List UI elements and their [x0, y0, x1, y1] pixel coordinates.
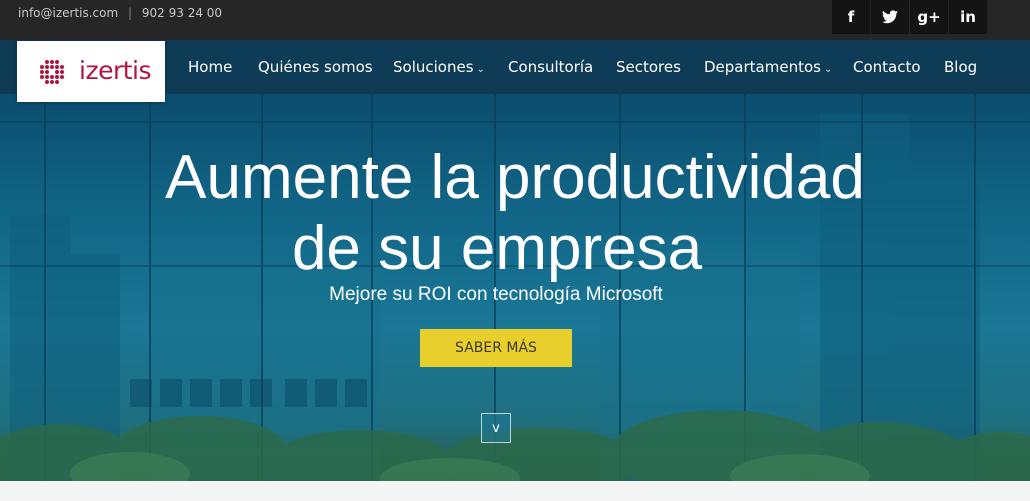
nav-label: Sectores: [616, 58, 681, 76]
nav-label: Departamentos: [704, 58, 821, 76]
hero-headline-line2: de su empresa: [291, 214, 703, 283]
contact-separator: |: [128, 6, 133, 20]
hero-subheadline: Mejore su ROI con tecnología Microsoft: [329, 284, 663, 305]
linkedin-icon[interactable]: in: [949, 0, 987, 34]
social-links: f g+ in: [832, 0, 988, 34]
nav-item-quienes-somos[interactable]: Quiénes somos: [258, 58, 373, 76]
chevron-down-icon: ⌄: [476, 64, 485, 75]
hero-headline-line1: Aumente la productividad: [165, 143, 865, 212]
contact-email[interactable]: info@izertis.com: [18, 6, 118, 20]
chevron-down-icon: ⌄: [823, 64, 833, 75]
scroll-down-button[interactable]: v: [481, 413, 511, 443]
contact-phone[interactable]: 902 93 24 00: [142, 6, 222, 20]
contact-info: info@izertis.com | 902 93 24 00: [18, 6, 222, 20]
nav-item-home[interactable]: Home: [188, 58, 232, 76]
nav-item-departamentos[interactable]: Departamentos ⌄: [704, 58, 832, 76]
nav-label: Home: [188, 58, 233, 76]
nav-item-soluciones[interactable]: Soluciones ⌄: [393, 58, 485, 76]
twitter-icon[interactable]: [871, 0, 909, 34]
nav-item-consultoria[interactable]: Consultoría: [508, 58, 593, 76]
nav-label: Soluciones: [393, 58, 474, 76]
izertis-logo[interactable]: izertis: [17, 41, 165, 102]
nav-item-sectores[interactable]: Sectores: [616, 58, 681, 76]
logo-wordmark: izertis: [79, 56, 152, 85]
nav-label: Contacto: [853, 58, 921, 76]
google-plus-icon[interactable]: g+: [910, 0, 948, 34]
logo-dots-icon: [40, 60, 64, 84]
nav-label: Consultoría: [508, 58, 594, 76]
nav-item-contacto[interactable]: Contacto: [853, 58, 921, 76]
nav-item-blog[interactable]: Blog: [944, 58, 977, 76]
top-bar: info@izertis.com | 902 93 24 00 f g+ in: [0, 0, 1030, 40]
page-content-strip: [0, 481, 1030, 501]
nav-label: Quiénes somos: [258, 58, 373, 76]
hero-banner: Aumente la productividad de su empresa M…: [0, 94, 1030, 481]
saber-mas-button[interactable]: SABER MÁS: [420, 329, 572, 367]
nav-label: Blog: [944, 58, 978, 76]
facebook-icon[interactable]: f: [832, 0, 870, 34]
